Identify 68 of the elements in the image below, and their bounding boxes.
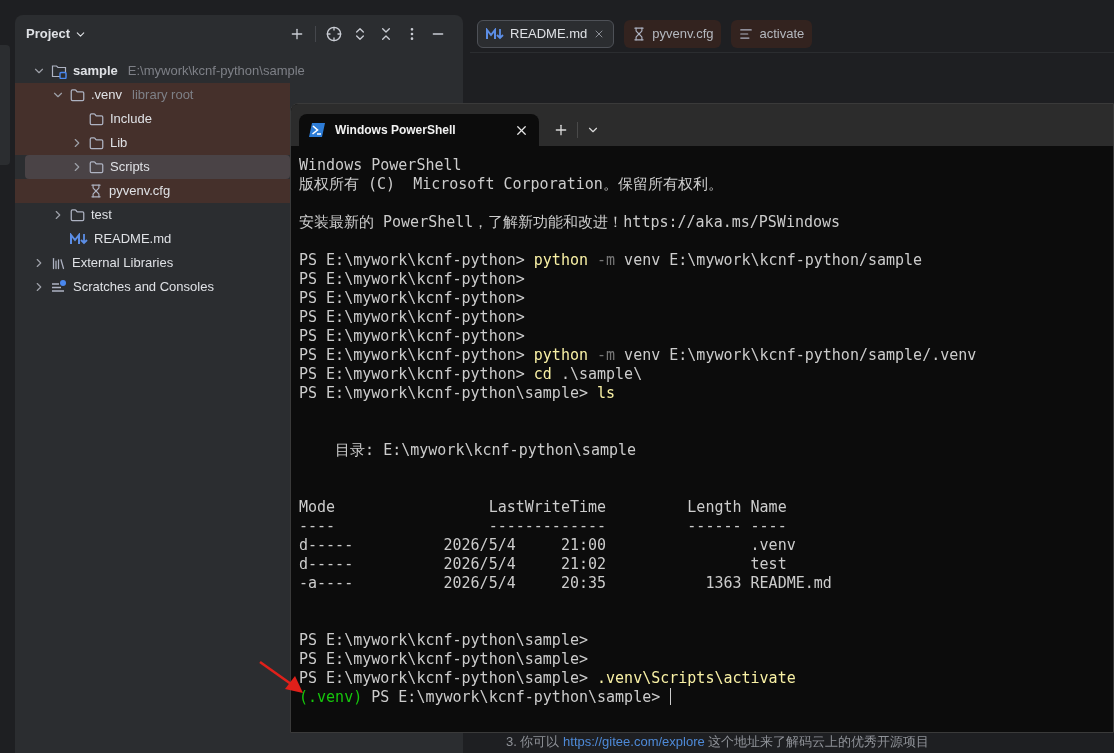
tree-item[interactable]: sample E:\mywork\kcnf-python\sample xyxy=(15,59,309,83)
terminal-line: PS E:\mywork\kcnf-python> xyxy=(299,327,525,346)
item-label: Lib xyxy=(110,134,128,153)
tree-item[interactable]: .venv library root xyxy=(15,83,290,107)
item-hint: E:\mywork\kcnf-python\sample xyxy=(127,62,305,81)
editor-tab[interactable]: README.md xyxy=(477,19,615,48)
item-label: Scratches and Consoles xyxy=(73,278,214,297)
terminal-line: d----- 2026/5/4 21:00 .venv xyxy=(299,536,796,555)
item-hint: library root xyxy=(132,86,194,105)
terminal-line: (.venv) PS E:\mywork\kcnf-python\sample> xyxy=(299,688,662,707)
editor-tab[interactable]: activate xyxy=(731,19,813,48)
module-folder-icon xyxy=(51,63,67,79)
terminal-line: Mode LastWriteTime Length Name xyxy=(299,498,787,517)
folder-icon xyxy=(89,159,104,175)
tree-item[interactable]: test xyxy=(15,203,290,227)
terminal-line: d----- 2026/5/4 21:02 test xyxy=(299,555,787,574)
locate-icon[interactable] xyxy=(326,26,342,42)
terminal-line: PS E:\mywork\kcnf-python> python -m venv E:\mywork\kcnf-python/sample/.venv xyxy=(299,346,977,365)
editor-tab[interactable]: pyvenv.cfg xyxy=(624,19,722,48)
editor-text-line: 3. 你可以 https://gitee.com/explore 这个地址来了解码云上的优秀开源项目 xyxy=(505,732,931,751)
powershell-icon xyxy=(309,123,325,137)
item-label: test xyxy=(91,206,112,225)
gitee-link[interactable]: https://gitee.com/explore xyxy=(563,733,705,749)
tree-item[interactable]: Include xyxy=(15,107,290,131)
library-icon xyxy=(51,255,66,271)
terminal-line: PS E:\mywork\kcnf-python\sample> .venv\Scripts\activate xyxy=(299,669,796,688)
text-lines-icon xyxy=(739,26,754,41)
terminal-line: PS E:\mywork\kcnf-python> xyxy=(299,308,525,327)
hourglass-icon xyxy=(89,184,103,198)
terminal-line: PS E:\mywork\kcnf-python> cd .\sample\ xyxy=(299,365,643,384)
add-icon[interactable] xyxy=(289,26,305,42)
terminal-line: 目录: E:\mywork\kcnf-python\sample xyxy=(334,441,637,460)
tree-item[interactable]: Lib xyxy=(15,131,290,155)
folder-icon xyxy=(70,207,85,223)
item-label: sample xyxy=(73,62,118,81)
terminal-line: ---- ------------- ------ ---- xyxy=(299,517,787,536)
terminal-line: 版权所有 (C) Microsoft Corporation。保留所有权利。 xyxy=(299,175,723,194)
markdown-icon xyxy=(70,233,88,245)
tree-item[interactable]: Scripts xyxy=(25,155,290,179)
terminal-line: PS E:\mywork\kcnf-python\sample> xyxy=(299,650,588,669)
folder-icon xyxy=(70,87,85,103)
terminal-line: Windows PowerShell xyxy=(299,156,462,175)
item-label: Scripts xyxy=(110,158,150,177)
terminal-line: -a---- 2026/5/4 20:35 1363 README.md xyxy=(299,574,832,593)
tree-item[interactable]: pyvenv.cfg xyxy=(15,179,290,203)
item-label: External Libraries xyxy=(72,254,174,273)
new-tab-icon[interactable] xyxy=(553,122,569,138)
terminal-line: PS E:\mywork\kcnf-python> xyxy=(299,289,525,308)
terminal-line: PS E:\mywork\kcnf-python> python -m venv E:\mywork\kcnf-python/sample xyxy=(299,251,923,270)
project-view-dropdown[interactable]: Project xyxy=(26,24,88,44)
markdown-icon xyxy=(486,27,504,40)
tree-item[interactable]: Scratches and Consoles xyxy=(15,275,290,299)
folder-icon xyxy=(89,111,104,127)
item-label: .venv xyxy=(91,86,123,105)
terminal-line: PS E:\mywork\kcnf-python> xyxy=(299,270,525,289)
terminal-tab-title: Windows PowerShell xyxy=(335,122,456,139)
scratches-icon xyxy=(51,279,67,295)
item-label: pyvenv.cfg xyxy=(109,182,171,201)
tree-item[interactable]: External Libraries xyxy=(15,251,290,275)
item-label: README.md xyxy=(94,230,172,249)
terminal-line: 安装最新的 PowerShell，了解新功能和改进！https://aka.ms/PSWindows xyxy=(299,213,841,232)
hourglass-icon xyxy=(632,26,647,41)
terminal-tab[interactable]: Windows PowerShell xyxy=(299,114,539,146)
tree-item[interactable]: README.md xyxy=(15,227,290,251)
terminal-line: PS E:\mywork\kcnf-python\sample> xyxy=(299,631,588,650)
item-label: Include xyxy=(110,110,152,129)
folder-icon xyxy=(89,135,104,151)
terminal-line: PS E:\mywork\kcnf-python\sample> ls xyxy=(299,384,616,403)
